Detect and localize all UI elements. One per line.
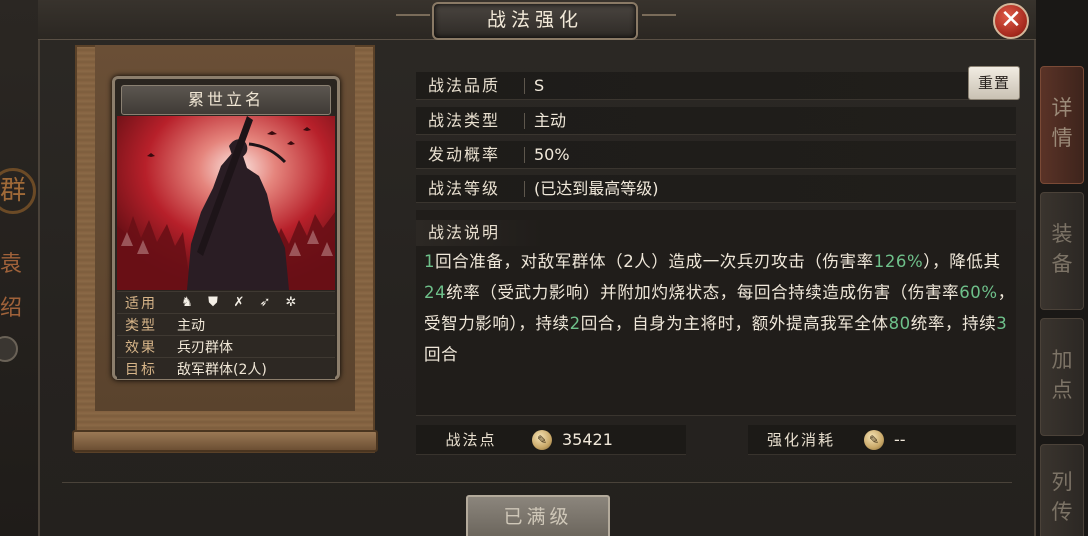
wheel-icon: ✲ <box>285 294 297 310</box>
card-row-effect: 效果 兵刃群体 <box>117 335 335 357</box>
card-row-value: 敌军群体(2人) <box>177 361 267 378</box>
shield-icon: ⛊ <box>208 294 218 310</box>
card-row-target: 目标 敌军群体(2人) <box>117 357 335 379</box>
description-segment: 统率，持续 <box>910 314 997 333</box>
tab-label: 详 <box>1051 96 1073 120</box>
title-ornament-right <box>642 14 676 24</box>
tab-label: 情 <box>1051 126 1073 150</box>
description-segment: ），降低其 <box>923 252 1001 271</box>
card-row-key: 类型 <box>125 317 157 334</box>
card-row-value: 主动 <box>177 317 205 334</box>
card-row-type: 类型 主动 <box>117 313 335 335</box>
reset-button[interactable]: 重置 <box>968 66 1020 100</box>
tab-equipment[interactable]: 装 备 <box>1040 192 1084 310</box>
enhance-cost-label: 强化消耗 <box>766 431 835 449</box>
enhance-cost-value: -- <box>894 430 906 449</box>
description-highlight-value: 24 <box>424 283 447 302</box>
trigger-rate-value: 50% <box>534 145 570 164</box>
info-row-quality: 战法品质 S <box>416 72 1016 100</box>
description-highlight-value: 2 <box>569 314 581 333</box>
tab-details[interactable]: 详 情 <box>1040 66 1084 184</box>
footer-divider <box>62 482 1012 483</box>
tab-label: 传 <box>1051 500 1073 524</box>
card-row-key: 适用 <box>125 295 157 312</box>
level-value: (已达到最高等级) <box>534 179 659 198</box>
tactic-card: 累世立名 适用 ♞ ⛊ ✗ ➶ ✲ 类型 主动 效果 兵刃群体 目标 敌军群体(… <box>112 76 340 380</box>
card-row-applicable: 适用 ♞ ⛊ ✗ ➶ ✲ <box>117 291 335 313</box>
tab-label: 备 <box>1051 252 1073 276</box>
close-icon: ✕ <box>1000 5 1022 35</box>
bow-icon: ✗ <box>233 294 245 310</box>
tab-label: 点 <box>1051 378 1073 402</box>
scroll-roller <box>72 430 378 452</box>
card-row-key: 目标 <box>125 361 157 378</box>
description-highlight-value: 80 <box>888 314 911 333</box>
row-divider <box>524 113 525 129</box>
info-row-trigger-rate: 发动概率 50% <box>416 141 1016 169</box>
description-segment: 回合 <box>424 345 459 364</box>
cavalry-icon: ♞ <box>181 294 193 310</box>
close-button[interactable]: ✕ <box>993 3 1029 39</box>
quality-label: 战法品质 <box>428 76 501 95</box>
enhance-cost-row: 强化消耗 ✎ -- <box>748 425 1016 455</box>
description-box: 战法说明 1回合准备，对敌军群体（2人）造成一次兵刃攻击（伤害率126%），降低… <box>416 210 1016 416</box>
max-level-button[interactable]: 已满级 <box>466 495 610 536</box>
description-highlight-value: 126% <box>873 252 924 271</box>
tactic-points-value: 35421 <box>562 430 613 449</box>
tab-label: 列 <box>1051 470 1073 494</box>
row-divider <box>524 181 525 197</box>
info-row-level: 战法等级 (已达到最高等级) <box>416 175 1016 203</box>
description-highlight-value: 60% <box>959 283 998 302</box>
type-value: 主动 <box>534 111 567 130</box>
description-segment: 统率（受武力影响）并附加灼烧状态，每回合持续造成伤害（伤害率 <box>446 283 960 302</box>
tactic-point-coin-icon: ✎ <box>864 430 884 450</box>
background-name-char: 袁 <box>0 252 23 277</box>
tab-biography[interactable]: 列 传 <box>1040 444 1084 536</box>
row-divider <box>524 147 525 163</box>
row-divider <box>524 78 525 94</box>
quality-value: S <box>534 76 545 95</box>
trigger-rate-label: 发动概率 <box>428 145 501 164</box>
description-segment: 回合，自身为主将时，额外提高我军全体 <box>580 314 889 333</box>
type-label: 战法类型 <box>428 111 501 130</box>
description-highlight-value: 1 <box>424 252 436 271</box>
info-row-type: 战法类型 主动 <box>416 107 1016 135</box>
warrior-silhouette-icon <box>117 116 335 290</box>
description-text: 1回合准备，对敌军群体（2人）造成一次兵刃攻击（伤害率126%），降低其24统率… <box>424 246 1016 370</box>
tab-attribute-points[interactable]: 加 点 <box>1040 318 1084 436</box>
tab-label: 装 <box>1051 222 1073 246</box>
title-ornament-left <box>396 14 430 24</box>
card-row-key: 效果 <box>125 339 157 356</box>
tactic-points-row: 战法点 ✎ 35421 <box>416 425 686 455</box>
description-heading: 战法说明 <box>416 220 544 246</box>
spear-icon: ➶ <box>259 294 271 310</box>
tactic-point-coin-icon: ✎ <box>532 430 552 450</box>
background-name-char: 绍 <box>0 296 23 321</box>
tactic-points-label: 战法点 <box>445 431 497 449</box>
level-label: 战法等级 <box>428 179 501 198</box>
card-row-value: 兵刃群体 <box>177 339 233 356</box>
description-segment: 回合准备，对敌军群体（2人）造成一次兵刃攻击（伤害率 <box>435 252 874 271</box>
page-title: 战法强化 <box>432 2 638 40</box>
tab-label: 加 <box>1051 348 1073 372</box>
description-highlight-value: 3 <box>996 314 1008 333</box>
tactic-card-name: 累世立名 <box>121 85 331 115</box>
